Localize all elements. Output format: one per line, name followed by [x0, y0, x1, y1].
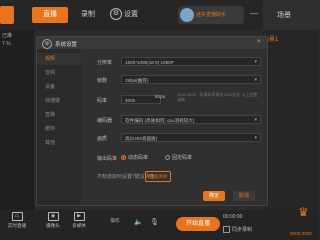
camera-icon: ◉ [47, 212, 59, 221]
fps-value: 25fps(推荐) [125, 78, 149, 83]
camera-button[interactable]: ◉ 摄像头 [40, 212, 66, 229]
left-info: 已推 7 % [2, 32, 12, 48]
sidebar-item-hotkey[interactable]: 快捷键 [37, 95, 81, 107]
start-live-button[interactable]: 开始直播 [176, 217, 220, 231]
tab-record[interactable]: 录制 [70, 7, 106, 23]
gear-icon: ⚙ [110, 8, 122, 21]
radio-label: 动态码率 [128, 155, 149, 161]
info-line: 已推 [2, 33, 13, 39]
radio-label: 固定码率 [172, 155, 193, 161]
chevron-down-icon: ▾ [254, 59, 257, 65]
radio-checked-icon [121, 155, 126, 161]
tab-live[interactable]: 直播 [32, 7, 68, 23]
sidebar-item-live[interactable]: 直播 [37, 109, 81, 121]
radio-unchecked-icon [165, 155, 170, 161]
app-logo [0, 6, 14, 24]
sidebar-item-audio[interactable]: 音频 [37, 67, 81, 79]
sidebar-item-device[interactable]: 设备 [37, 81, 81, 93]
button-label: 多媒体 [72, 223, 86, 228]
screen-icon: ▭ [11, 212, 23, 221]
quality-select[interactable]: 高(X264高画质) ▾ [121, 133, 261, 142]
quality-label: 画质 [97, 136, 108, 142]
mic-icon[interactable]: 🎙 [150, 218, 159, 226]
checkbox-label: 同步录制 [232, 227, 253, 233]
fps-label: 帧数 [97, 78, 108, 84]
viewer-count: 5000,5000 [290, 231, 312, 236]
sidebar-item-video[interactable]: 视频 [37, 53, 81, 65]
sidebar-item-cache[interactable]: 缓存 [37, 123, 81, 135]
settings-label: 设置 [124, 11, 138, 18]
speaker-icon[interactable]: 🔈 [134, 218, 143, 226]
resolution-label: 分辨率 [97, 60, 113, 66]
live-timer: 00:00:00 [223, 214, 243, 220]
chevron-down-icon: ▾ [254, 135, 257, 141]
button-label: 实时直播 [7, 223, 27, 228]
dynamic-bitrate-radio[interactable]: 动态码率 [121, 154, 148, 161]
user-box[interactable]: 迷失直播助手 [178, 6, 244, 24]
scene-header: 场景 [263, 0, 319, 30]
dialog-title: 系统设置 [55, 42, 78, 48]
settings-tab[interactable]: ⚙ 设置 [110, 7, 138, 23]
bitrate-label: 码率 [97, 98, 108, 104]
quality-value: 高(X264高画质) [125, 136, 158, 141]
scene-panel [263, 30, 319, 210]
close-icon[interactable]: × [257, 39, 261, 45]
avatar [180, 8, 194, 22]
bitrate-hint: 1000-3000 : 标清码率建议1000左右 以上会更清晰 [177, 92, 258, 102]
sync-record-checkbox[interactable]: 同步录制 [223, 226, 253, 234]
operation-label: 操作 [110, 218, 120, 223]
fps-select[interactable]: 25fps(推荐) ▾ [121, 75, 261, 84]
fixed-bitrate-radio[interactable]: 固定码率 [165, 154, 192, 161]
left-strip [0, 30, 34, 210]
media-icon: ▶ [73, 212, 85, 221]
decoration-icon: ♛ [298, 205, 309, 219]
scene-title: 场景 [277, 12, 291, 19]
resolution-select[interactable]: 1920*1080(16:9) 1080P ▾ [121, 57, 261, 66]
chevron-down-icon: ▾ [254, 77, 257, 83]
resolution-value: 1920*1080(16:9) 1080P [125, 60, 174, 65]
top-bar: 直播 录制 ⚙ 设置 迷失直播助手 — 场景 [0, 0, 319, 30]
gear-icon: ⚙ [42, 39, 52, 49]
dialog-header: ⚙ 系统设置 × [37, 37, 267, 49]
info-line: 7 % [2, 41, 11, 47]
ok-button[interactable]: 确定 [203, 191, 225, 201]
checkbox-icon [223, 226, 230, 234]
live-stream-button[interactable]: ▭ 实时直播 [4, 212, 30, 229]
chevron-down-icon: ▾ [254, 117, 257, 123]
encoder-label: 编码器 [97, 118, 113, 124]
bitrate-unit: kbps [155, 95, 166, 100]
encoder-value: 软件编码 (高质如何, cpu消耗较大) [125, 118, 195, 123]
encoder-select[interactable]: 软件编码 (高质如何, cpu消耗较大) ▾ [121, 115, 261, 124]
cancel-button[interactable]: 取消 [233, 191, 255, 201]
user-name: 迷失直播助手 [196, 12, 227, 18]
settings-dialog: ⚙ 系统设置 × 视频 音频 设备 快捷键 直播 缓存 其他 分辨率 1920*… [36, 36, 268, 206]
minimize-icon[interactable]: — [250, 9, 258, 18]
sidebar-item-other[interactable]: 其他 [37, 137, 81, 149]
button-label: 摄像头 [46, 223, 60, 228]
bitrate-mode-label: 输出码率 [97, 156, 118, 162]
dialog-sidebar: 视频 音频 设备 快捷键 直播 缓存 其他 [37, 49, 81, 205]
network-test-button[interactable]: 网络测试 [145, 171, 171, 182]
multimedia-button[interactable]: ▶ 多媒体 [66, 212, 92, 229]
